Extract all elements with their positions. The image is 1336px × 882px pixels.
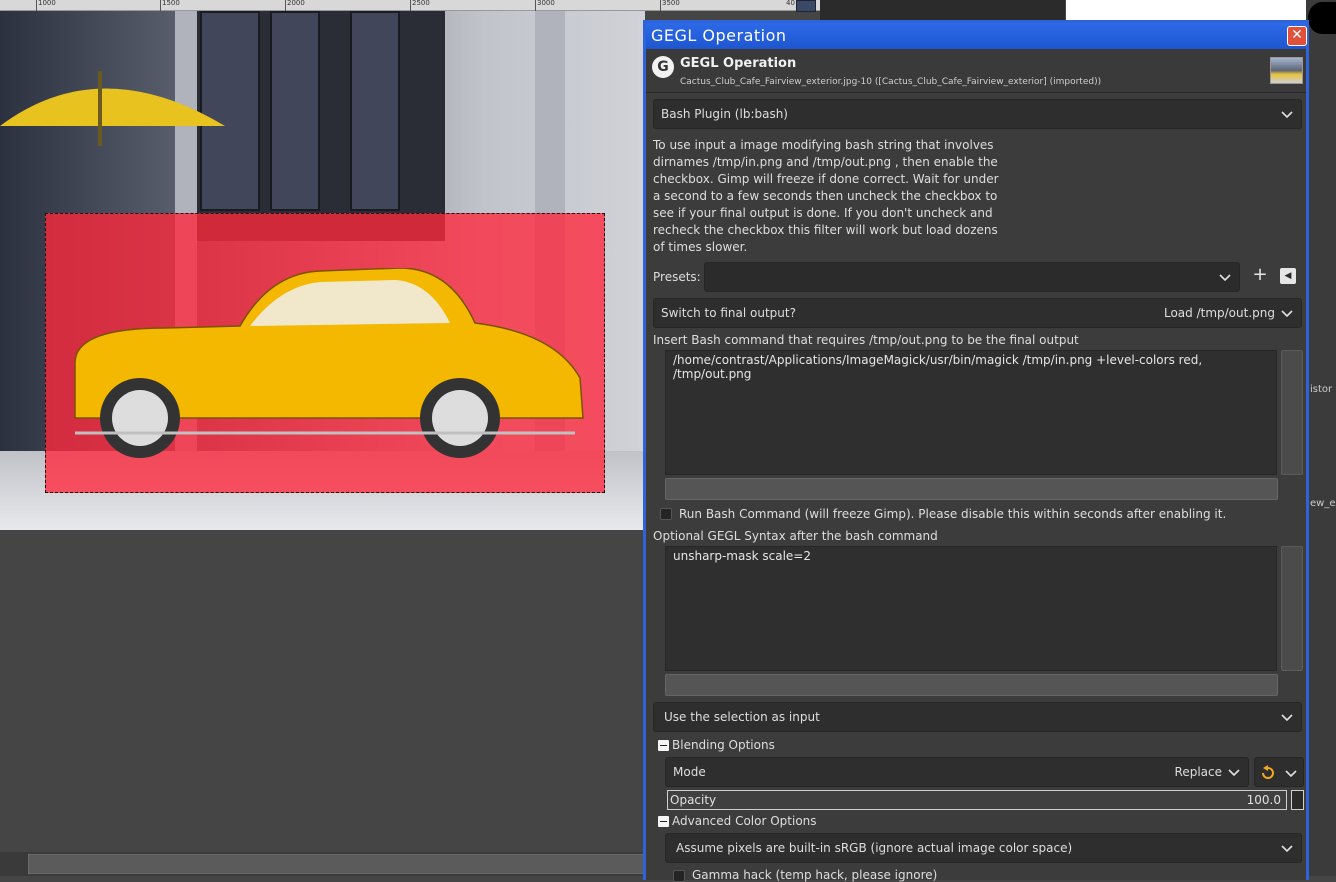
ruler-label: 2500 [412, 0, 430, 7]
right-dock[interactable] [1306, 0, 1336, 876]
opacity-value: 100.0 [1246, 793, 1281, 807]
window [350, 11, 400, 211]
gegl-syntax-input[interactable]: unsharp-mask scale=2 [665, 546, 1277, 671]
mode-select[interactable]: Mode Replace [665, 757, 1249, 787]
chevron-down-icon [1281, 845, 1293, 853]
mode-label: Mode [673, 765, 706, 779]
ruler-label: 40 [786, 0, 795, 7]
opacity-label: Opacity [670, 793, 717, 807]
filter-select-value: Bash Plugin (lb:bash) [661, 107, 788, 121]
switch-output-label: Switch to final output? [661, 306, 796, 320]
operation-subtitle: Cactus_Club_Cafe_Fairview_exterior.jpg-1… [680, 77, 1102, 87]
navigate-icon[interactable] [796, 0, 816, 12]
chevron-down-icon [1285, 770, 1297, 778]
gegl-logo-icon: G [652, 56, 674, 78]
ruler-label: 1500 [162, 0, 180, 7]
mode-value: Replace [1174, 765, 1222, 779]
umbrella-illustration [0, 71, 225, 146]
switch-output-select[interactable]: Switch to final output? Load /tmp/out.pn… [653, 298, 1302, 328]
dialog-titlebar[interactable]: GEGL Operation ✕ [646, 23, 1307, 49]
filter-description: To use input a image modifying bash stri… [653, 138, 999, 254]
gegl-syntax-scrollbar[interactable] [1281, 546, 1303, 671]
dialog-header: G GEGL Operation Cactus_Club_Cafe_Fairvi… [646, 49, 1306, 93]
image-thumbnail [1270, 57, 1303, 84]
window [270, 11, 320, 211]
presets-label: Presets: [653, 270, 701, 284]
opacity-slider[interactable]: Opacity 100.0 [667, 790, 1287, 810]
run-bash-checkbox[interactable] [660, 508, 672, 520]
blending-options-label[interactable]: Blending Options [672, 738, 775, 752]
ruler-label: 3000 [537, 0, 555, 7]
photo-canvas[interactable] [0, 11, 645, 530]
reset-composite-icon [1262, 765, 1274, 779]
opacity-spinner[interactable] [1291, 790, 1304, 810]
opacity-fill [668, 791, 1286, 809]
dock-tab-strip [820, 0, 1065, 22]
gegl-syntax-label: Optional GEGL Syntax after the bash comm… [653, 529, 938, 543]
add-preset-icon[interactable]: + [1252, 266, 1268, 284]
filter-select[interactable]: Bash Plugin (lb:bash) [653, 99, 1302, 129]
car-illustration [74, 268, 584, 458]
srgb-value: Assume pixels are built-in sRGB (ignore … [676, 841, 1073, 855]
ruler-tick [285, 0, 286, 11]
scrollbar-thumb[interactable] [28, 854, 645, 874]
ruler-tick [535, 0, 536, 11]
ruler-tick [36, 0, 37, 11]
chevron-down-icon [1281, 310, 1293, 318]
brush-preview[interactable] [1066, 0, 1336, 22]
collapse-advanced-icon[interactable] [658, 816, 669, 827]
dialog-title: GEGL Operation [651, 26, 787, 45]
ruler-label: 2000 [287, 0, 305, 7]
gegl-syntax-hscroll[interactable] [665, 674, 1278, 696]
ruler-tick [160, 0, 161, 11]
dock-tab-label[interactable]: ew_ex [1310, 498, 1336, 509]
ruler-label: 1000 [38, 0, 56, 7]
bash-command-label: Insert Bash command that requires /tmp/o… [653, 333, 1079, 347]
chevron-down-icon [1219, 274, 1231, 282]
gamma-hack-checkbox[interactable] [673, 870, 685, 882]
preset-menu-icon[interactable]: ◀ [1280, 268, 1296, 284]
chevron-down-icon [1281, 714, 1293, 722]
horizontal-scrollbar[interactable] [0, 852, 645, 876]
input-source-select[interactable]: Use the selection as input [653, 702, 1302, 732]
bash-command-scrollbar[interactable] [1281, 350, 1303, 475]
run-bash-label: Run Bash Command (will freeze Gimp). Ple… [679, 507, 1227, 521]
horizontal-ruler[interactable]: 1000 1500 2000 2500 3000 3500 40 [0, 0, 820, 12]
ruler-label: 3500 [662, 0, 680, 7]
chevron-down-icon [1281, 111, 1293, 119]
collapse-blending-icon[interactable] [658, 740, 669, 751]
bash-command-input[interactable]: /home/contrast/Applications/ImageMagick/… [665, 350, 1277, 475]
close-icon: ✕ [1291, 27, 1303, 43]
ruler-tick [410, 0, 411, 11]
building-facade [190, 11, 445, 241]
srgb-select[interactable]: Assume pixels are built-in sRGB (ignore … [665, 833, 1302, 863]
advanced-color-label[interactable]: Advanced Color Options [672, 814, 817, 828]
close-button[interactable]: ✕ [1287, 26, 1307, 46]
brush-swatch[interactable] [1308, 2, 1336, 34]
operation-title: GEGL Operation [680, 56, 797, 71]
dock-tab-label[interactable]: istor [1310, 384, 1332, 395]
ruler-tick [660, 0, 661, 11]
chevron-down-icon [1228, 769, 1240, 777]
input-source-value: Use the selection as input [664, 710, 820, 724]
gamma-hack-label: Gamma hack (temp hack, please ignore) [692, 868, 938, 882]
presets-combo[interactable] [704, 262, 1240, 292]
composite-mode-button[interactable] [1254, 757, 1304, 787]
bash-command-hscroll[interactable] [665, 478, 1278, 500]
gegl-operation-dialog: GEGL Operation ✕ G GEGL Operation Cactus… [643, 20, 1309, 882]
switch-output-value: Load /tmp/out.png [1163, 306, 1275, 320]
